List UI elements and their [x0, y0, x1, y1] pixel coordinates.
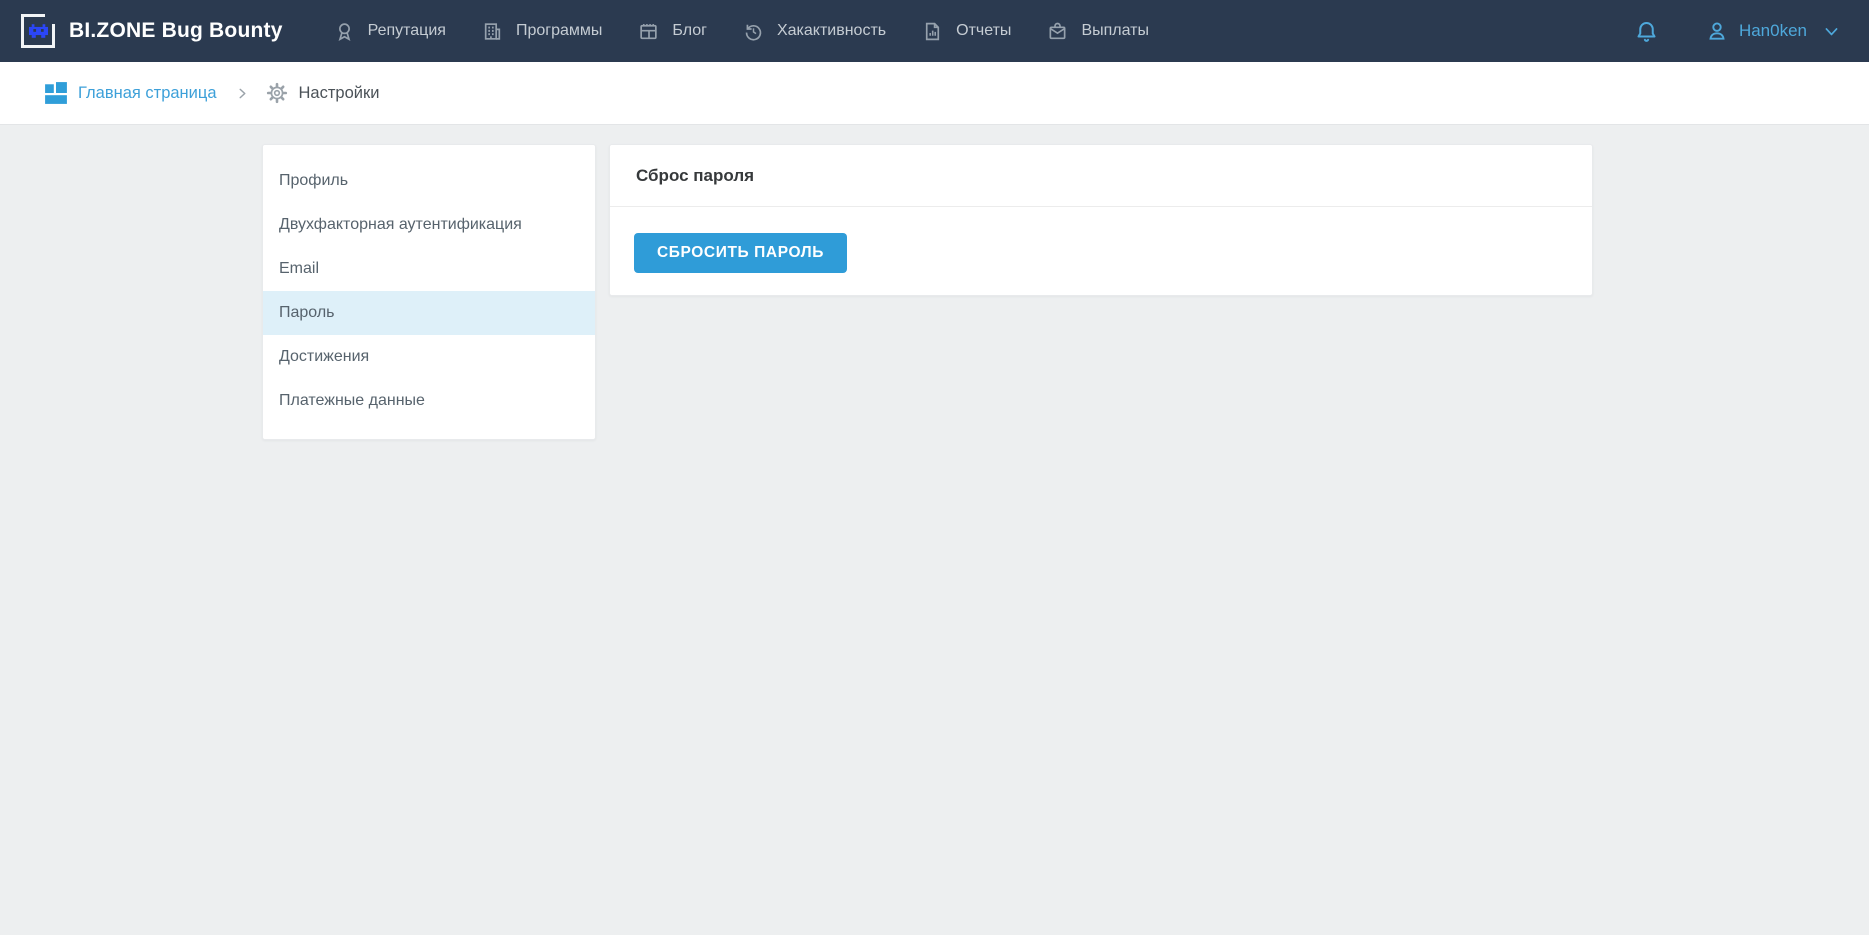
panel-title: Сброс пароля — [636, 166, 754, 186]
settings-item-password[interactable]: Пароль — [263, 291, 595, 335]
payments-icon — [1047, 21, 1068, 42]
building-icon — [482, 21, 503, 42]
person-icon — [1705, 19, 1729, 43]
settings-item-profile[interactable]: Профиль — [263, 159, 595, 203]
bell-icon — [1634, 19, 1659, 44]
reset-password-button[interactable]: СБРОСИТЬ ПАРОЛЬ — [634, 233, 847, 273]
nav-item-label: Блог — [672, 22, 707, 40]
brand-logo[interactable]: BI.ZONE Bug Bounty — [21, 14, 283, 48]
nav-item-label: Выплаты — [1081, 22, 1149, 40]
breadcrumb-current: Настройки — [266, 82, 380, 104]
notifications-button[interactable] — [1628, 13, 1665, 50]
nav-item-programs[interactable]: Программы — [464, 0, 620, 62]
settings-nav-card: Профиль Двухфакторная аутентификация Ema… — [262, 144, 596, 440]
nav-item-label: Программы — [516, 22, 602, 40]
award-icon — [334, 21, 355, 42]
user-menu[interactable]: Han0ken — [1705, 19, 1840, 43]
report-icon — [922, 21, 943, 42]
settings-item-label: Достижения — [279, 348, 369, 366]
nav-item-reports[interactable]: Отчеты — [904, 0, 1029, 62]
settings-item-achievements[interactable]: Достижения — [263, 335, 595, 379]
breadcrumb: Главная страница Настройки — [0, 62, 1869, 125]
nav-item-hackactivity[interactable]: Хакактивность — [725, 0, 904, 62]
nav-item-reputation[interactable]: Репутация — [316, 0, 464, 62]
settings-item-label: Профиль — [279, 172, 348, 190]
nav-item-label: Хакактивность — [777, 22, 886, 40]
nav-item-label: Репутация — [368, 22, 446, 40]
settings-item-label: Пароль — [279, 304, 335, 322]
logo-corner-gap — [45, 13, 56, 24]
content-area: Профиль Двухфакторная аутентификация Ema… — [0, 125, 1869, 934]
settings-item-email[interactable]: Email — [263, 247, 595, 291]
top-navigation: BI.ZONE Bug Bounty Репутация — [0, 0, 1869, 62]
nav-item-blog[interactable]: Блог — [620, 0, 725, 62]
password-reset-panel: Сброс пароля СБРОСИТЬ ПАРОЛЬ — [609, 144, 1593, 296]
breadcrumb-current-label: Настройки — [299, 84, 380, 103]
nav-item-label: Отчеты — [956, 22, 1011, 40]
newspaper-icon — [638, 21, 659, 42]
settings-item-payment-data[interactable]: Платежные данные — [263, 379, 595, 423]
nav-item-payouts[interactable]: Выплаты — [1029, 0, 1167, 62]
bizone-bug-logo-icon — [21, 14, 55, 48]
dashboard-grid-icon — [44, 81, 68, 105]
username-label: Han0ken — [1739, 21, 1807, 41]
header-right: Han0ken — [1628, 13, 1840, 50]
chevron-right-icon — [235, 86, 250, 101]
settings-item-2fa[interactable]: Двухфакторная аутентификация — [263, 203, 595, 247]
panel-body: СБРОСИТЬ ПАРОЛЬ — [610, 207, 1592, 273]
brand-title: BI.ZONE Bug Bounty — [69, 19, 283, 43]
settings-item-label: Двухфакторная аутентификация — [279, 216, 522, 234]
breadcrumb-home-link[interactable]: Главная страница — [44, 81, 217, 105]
chevron-down-icon — [1823, 23, 1840, 40]
panel-header: Сброс пароля — [610, 145, 1592, 207]
breadcrumb-home-label: Главная страница — [78, 84, 217, 103]
history-icon — [743, 21, 764, 42]
settings-item-label: Платежные данные — [279, 392, 425, 410]
main-menu: Репутация Программы — [316, 0, 1167, 62]
bug-glyph-icon — [29, 24, 48, 38]
settings-item-label: Email — [279, 260, 319, 278]
gear-icon — [266, 82, 288, 104]
